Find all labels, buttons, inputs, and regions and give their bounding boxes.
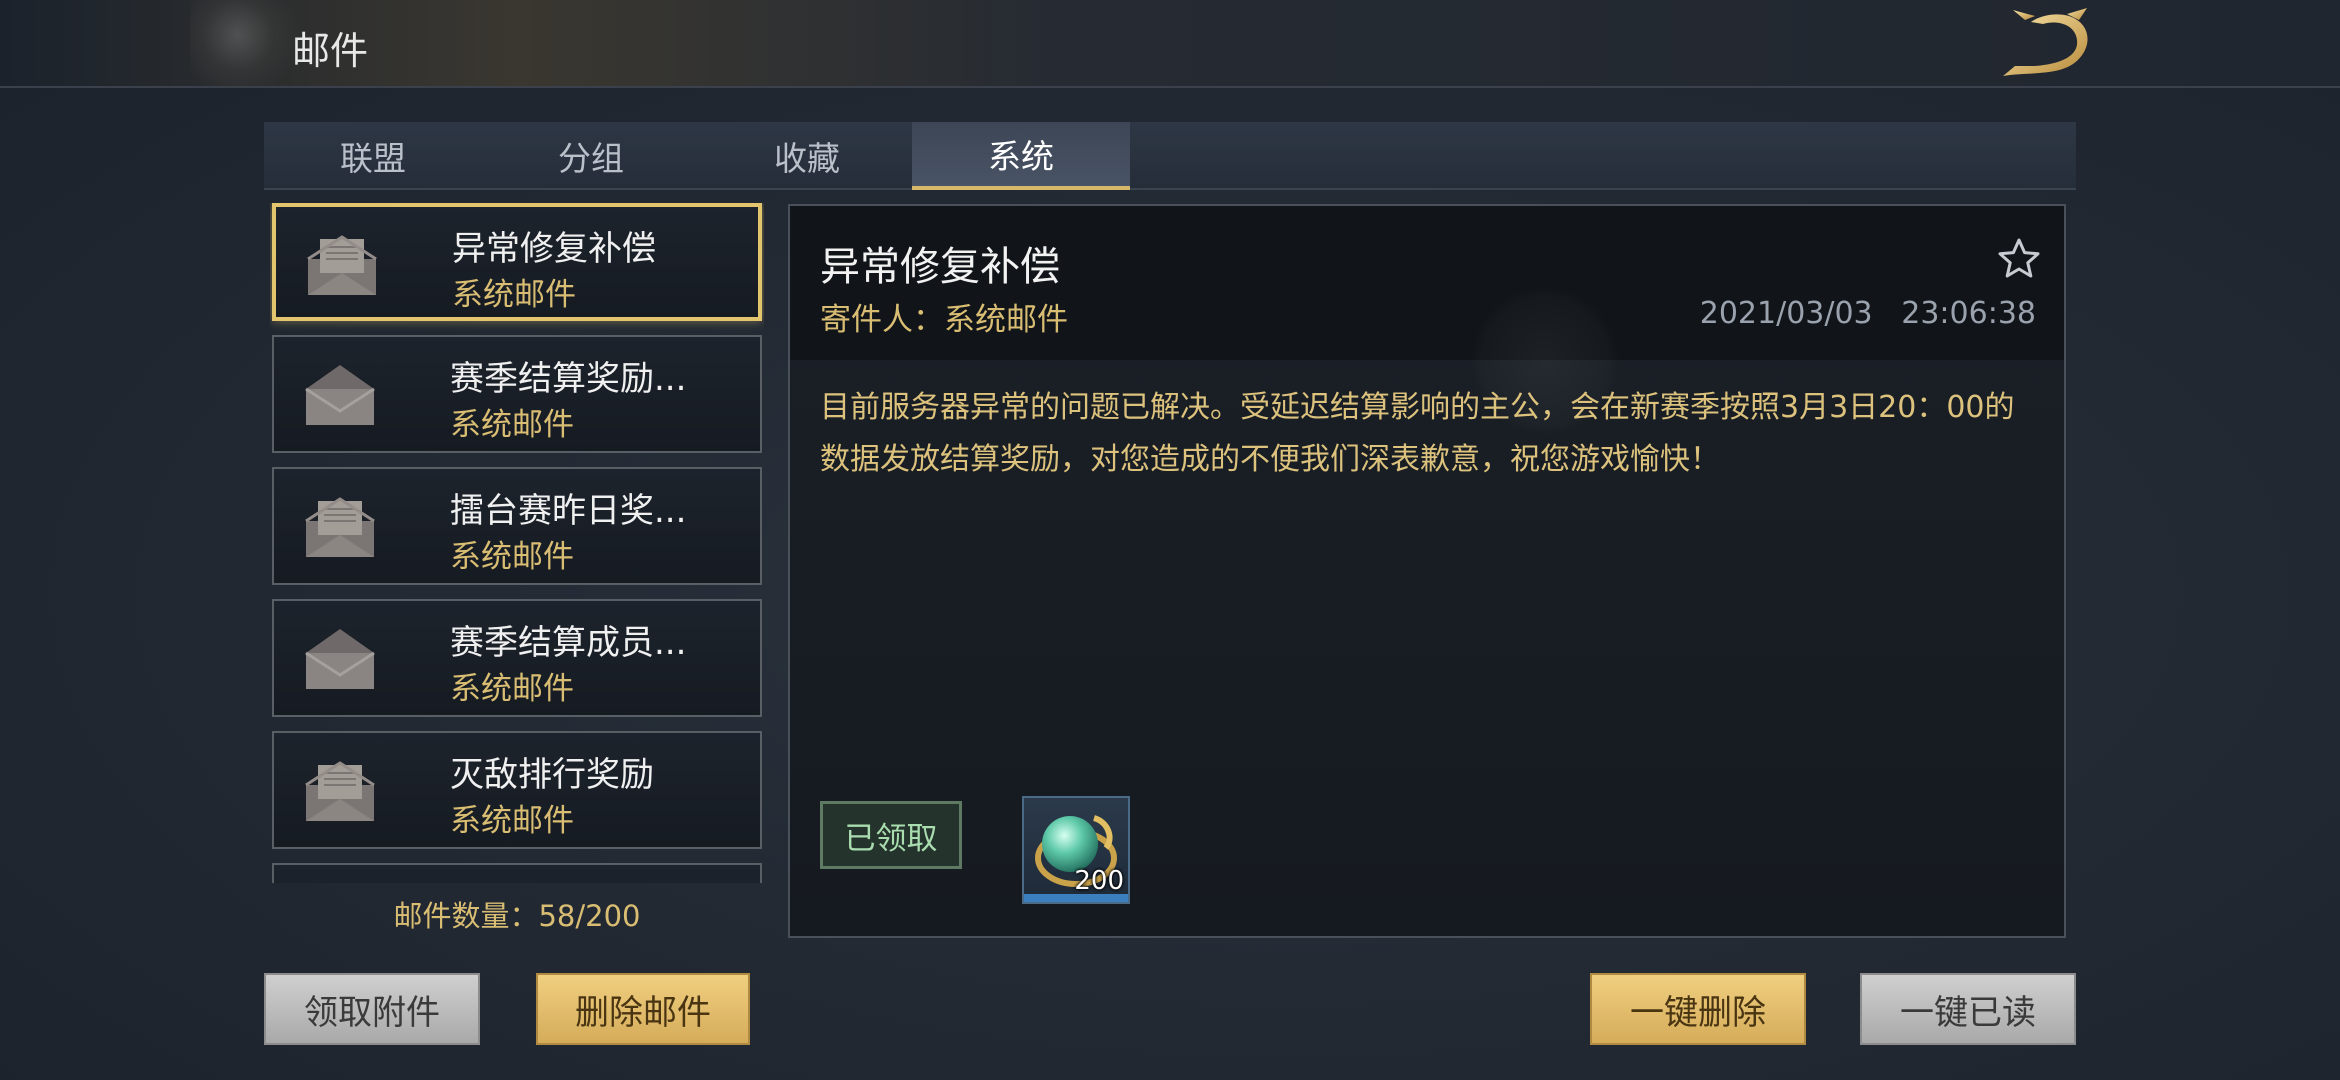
mail-detail-body: 目前服务器异常的问题已解决。受延迟结算影响的主公，会在新赛季按照3月3日20：0… [820, 390, 2015, 477]
item-rarity-bar [1024, 894, 1128, 902]
tab-alliance[interactable]: 联盟 [264, 122, 482, 190]
mail-list[interactable]: 异常修复补偿 系统邮件 赛季结算奖励... 系统邮件 擂台赛昨日奖... 系统邮… [270, 203, 764, 883]
mail-sender: 系统邮件 [450, 803, 574, 839]
delete-mail-button[interactable]: 删除邮件 [536, 973, 750, 1045]
mail-sender: 系统邮件 [452, 277, 576, 313]
tab-bar: 联盟 分组 收藏 系统 [264, 122, 2076, 190]
mail-list-item[interactable]: 赛季结算成员... 系统邮件 [272, 599, 762, 717]
open-envelope-icon [305, 761, 375, 821]
read-envelope-icon [305, 365, 375, 425]
open-envelope-icon [305, 497, 375, 557]
tab-group[interactable]: 分组 [482, 122, 700, 190]
tab-favorites[interactable]: 收藏 [698, 122, 916, 190]
mail-title: 赛季结算成员... [450, 623, 687, 663]
page-title: 邮件 [292, 29, 369, 73]
mail-list-item-partial[interactable] [272, 863, 762, 883]
mail-detail-header: 异常修复补偿 寄件人：系统邮件 2021/03/03 23:06:38 [790, 206, 2064, 360]
delete-all-button[interactable]: 一键删除 [1590, 973, 1806, 1045]
top-bar: 邮件 [0, 0, 2340, 88]
mail-list-item[interactable]: 异常修复补偿 系统邮件 [272, 203, 762, 321]
mail-title: 灭敌排行奖励 [450, 755, 654, 795]
attachment-item-slot[interactable]: 200 [1022, 796, 1130, 904]
mail-title: 赛季结算奖励... [450, 359, 687, 399]
mail-list-item[interactable]: 赛季结算奖励... 系统邮件 [272, 335, 762, 453]
read-all-button[interactable]: 一键已读 [1860, 973, 2076, 1045]
attachment-quantity: 200 [1074, 866, 1124, 896]
dragon-logo-icon [2003, 8, 2088, 76]
read-envelope-icon [305, 629, 375, 689]
claim-attachments-button[interactable]: 领取附件 [264, 973, 480, 1045]
mail-sender: 系统邮件 [450, 407, 574, 443]
tab-system[interactable]: 系统 [912, 122, 1130, 190]
mail-detail-panel: 异常修复补偿 寄件人：系统邮件 2021/03/03 23:06:38 目前服务… [788, 204, 2066, 938]
star-favorite-icon[interactable] [1996, 236, 2042, 282]
mail-list-item[interactable]: 灭敌排行奖励 系统邮件 [272, 731, 762, 849]
mail-title: 擂台赛昨日奖... [450, 491, 687, 531]
claimed-status-badge: 已领取 [820, 801, 962, 869]
mail-count: 邮件数量：58/200 [393, 899, 641, 933]
mail-sender: 系统邮件 [450, 671, 574, 707]
open-envelope-icon [307, 235, 377, 295]
mail-sender: 系统邮件 [450, 539, 574, 575]
mail-detail-datetime: 2021/03/03 23:06:38 [1699, 296, 2036, 331]
mail-detail-sender: 寄件人：系统邮件 [820, 302, 1068, 338]
mail-title: 异常修复补偿 [452, 229, 656, 269]
mail-list-item[interactable]: 擂台赛昨日奖... 系统邮件 [272, 467, 762, 585]
mail-detail-title: 异常修复补偿 [820, 244, 1060, 290]
